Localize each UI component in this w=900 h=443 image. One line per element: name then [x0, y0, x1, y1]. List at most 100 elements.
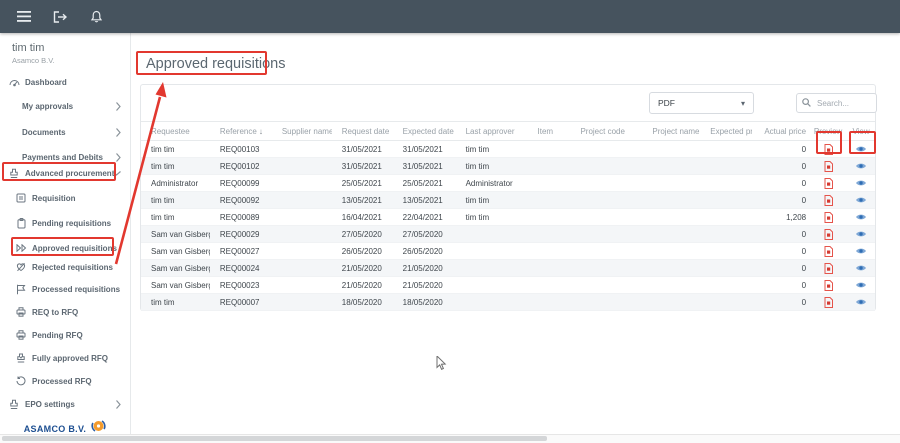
chevron-right-icon — [116, 153, 121, 162]
sidebar-item-epo-settings[interactable]: EPO settings — [0, 395, 131, 413]
table-row[interactable]: Sam van Gisbergen REQ00024 21/05/2020 21… — [141, 260, 875, 277]
cell-expected-date: 31/05/2021 — [393, 162, 456, 171]
table-row[interactable]: tim tim REQ00103 31/05/2021 31/05/2021 t… — [141, 141, 875, 158]
cell-reference: REQ00029 — [210, 230, 272, 239]
sidebar-item-dashboard[interactable]: Dashboard — [0, 73, 131, 91]
pdf-preview-icon[interactable] — [820, 227, 836, 241]
cell-request-date: 16/04/2021 — [332, 213, 393, 222]
cell-requestee: Sam van Gisbergen — [141, 281, 210, 290]
sidebar-item-approved-requisitions[interactable]: Approved requisitions — [0, 239, 131, 257]
col-header-item[interactable]: Item — [528, 127, 571, 136]
cell-expected-date: 21/05/2020 — [393, 264, 456, 273]
table-row[interactable]: Sam van Gisbergen REQ00027 26/05/2020 26… — [141, 243, 875, 260]
sort-desc-icon: ↓ — [259, 127, 263, 136]
sidebar-item-pending-requisitions[interactable]: Pending requisitions — [0, 214, 131, 232]
table-row[interactable]: Sam van Gisbergen REQ00023 21/05/2020 21… — [141, 277, 875, 294]
table-row[interactable]: tim tim REQ00007 18/05/2020 18/05/2020 0 — [141, 294, 875, 311]
col-header-request-date[interactable]: Request date — [332, 127, 393, 136]
view-eye-icon[interactable] — [853, 227, 869, 241]
pdf-preview-icon[interactable] — [820, 244, 836, 258]
col-header-supplier-name[interactable]: Supplier name — [272, 127, 332, 136]
col-header-expected-date[interactable]: Expected date — [393, 127, 456, 136]
table-row[interactable]: tim tim REQ00102 31/05/2021 31/05/2021 t… — [141, 158, 875, 175]
pdf-preview-icon[interactable] — [820, 295, 836, 309]
pdf-preview-icon[interactable] — [820, 210, 836, 224]
pdf-preview-icon[interactable] — [820, 193, 836, 207]
cell-request-date: 25/05/2021 — [332, 179, 393, 188]
table-row[interactable]: tim tim REQ00089 16/04/2021 22/04/2021 t… — [141, 209, 875, 226]
cell-actual-price: 0 — [752, 179, 809, 188]
sidebar-item-label: Processed RFQ — [32, 377, 92, 386]
table-row[interactable]: Administrator REQ00099 25/05/2021 25/05/… — [141, 175, 875, 192]
cell-request-date: 31/05/2021 — [332, 162, 393, 171]
col-header-requestee[interactable]: Requestee — [141, 127, 210, 136]
view-eye-icon[interactable] — [853, 261, 869, 275]
view-eye-icon[interactable] — [853, 295, 869, 309]
user-company: Asamco B.V. — [12, 56, 55, 65]
search-input[interactable] — [815, 98, 877, 109]
mouse-cursor — [436, 356, 447, 376]
heart-off-icon — [15, 262, 27, 272]
cell-request-date: 21/05/2020 — [332, 264, 393, 273]
cell-requestee: Sam van Gisbergen — [141, 264, 210, 273]
search-box[interactable] — [796, 93, 877, 113]
sidebar-item-my-approvals[interactable]: My approvals — [0, 97, 131, 115]
view-eye-icon[interactable] — [853, 176, 869, 190]
export-format-value: PDF — [658, 98, 675, 108]
view-eye-icon[interactable] — [853, 159, 869, 173]
cell-reference: REQ00007 — [210, 298, 272, 307]
cell-request-date: 18/05/2020 — [332, 298, 393, 307]
sidebar-item-documents[interactable]: Documents — [0, 123, 131, 141]
sidebar-item-label: Fully approved RFQ — [32, 354, 108, 363]
clipboard-icon — [15, 218, 27, 229]
cell-last-approver: tim tim — [456, 213, 528, 222]
logout-icon[interactable] — [50, 7, 70, 27]
pdf-preview-icon[interactable] — [820, 261, 836, 275]
cell-expected-date: 18/05/2020 — [393, 298, 456, 307]
stamp-icon — [8, 399, 20, 410]
cell-expected-date: 26/05/2020 — [393, 247, 456, 256]
page-title: Approved requisitions — [146, 56, 285, 72]
sidebar-item-pending-rfq[interactable]: Pending RFQ — [0, 326, 131, 344]
cell-reference: REQ00023 — [210, 281, 272, 290]
sidebar-item-label: Requisition — [32, 194, 76, 203]
pdf-preview-icon[interactable] — [820, 176, 836, 190]
export-format-select[interactable]: PDF ▾ — [649, 92, 754, 114]
view-eye-icon[interactable] — [853, 142, 869, 156]
col-header-project-name[interactable]: Project name — [642, 127, 710, 136]
sidebar-item-req-to-rfq[interactable]: REQ to RFQ — [0, 303, 131, 321]
cell-last-approver: tim tim — [456, 196, 528, 205]
col-header-expected-price[interactable]: Expected price — [710, 127, 752, 136]
sidebar-item-processed-rfq[interactable]: Processed RFQ — [0, 372, 131, 390]
cell-actual-price: 0 — [752, 281, 809, 290]
col-header-project-code[interactable]: Project code — [570, 127, 642, 136]
pdf-preview-icon[interactable] — [820, 142, 836, 156]
menu-icon[interactable] — [14, 7, 34, 27]
sidebar-item-requisition[interactable]: Requisition — [0, 189, 131, 207]
cell-last-approver: tim tim — [456, 162, 528, 171]
caret-down-icon: ▾ — [741, 99, 745, 108]
col-header-last-approver[interactable]: Last approver — [456, 127, 528, 136]
view-eye-icon[interactable] — [853, 278, 869, 292]
col-header-actual-price[interactable]: Actual price — [752, 127, 809, 136]
sidebar-item-fully-approved-rfq[interactable]: Fully approved RFQ — [0, 349, 131, 367]
cell-reference: REQ00024 — [210, 264, 272, 273]
scrollbar-thumb[interactable] — [2, 436, 547, 441]
bell-icon[interactable] — [86, 7, 106, 27]
sidebar-item-label: Advanced procurement — [25, 169, 114, 178]
col-header-reference[interactable]: Reference↓ — [210, 127, 272, 136]
pdf-preview-icon[interactable] — [820, 278, 836, 292]
cell-actual-price: 0 — [752, 145, 809, 154]
view-eye-icon[interactable] — [853, 210, 869, 224]
sidebar-item-rejected-requisitions[interactable]: Rejected requisitions — [0, 258, 131, 276]
view-eye-icon[interactable] — [853, 244, 869, 258]
view-eye-icon[interactable] — [853, 193, 869, 207]
pdf-preview-icon[interactable] — [820, 159, 836, 173]
sidebar-item-label: Pending RFQ — [32, 331, 83, 340]
table-row[interactable]: Sam van Gisbergen REQ00029 27/05/2020 27… — [141, 226, 875, 243]
cell-expected-date: 25/05/2021 — [393, 179, 456, 188]
cell-actual-price: 0 — [752, 230, 809, 239]
table-row[interactable]: tim tim REQ00092 13/05/2021 13/05/2021 t… — [141, 192, 875, 209]
sidebar-item-advanced-procurement[interactable]: Advanced procurement — [0, 164, 131, 182]
sidebar-item-processed-requisitions[interactable]: Processed requisitions — [0, 280, 131, 298]
